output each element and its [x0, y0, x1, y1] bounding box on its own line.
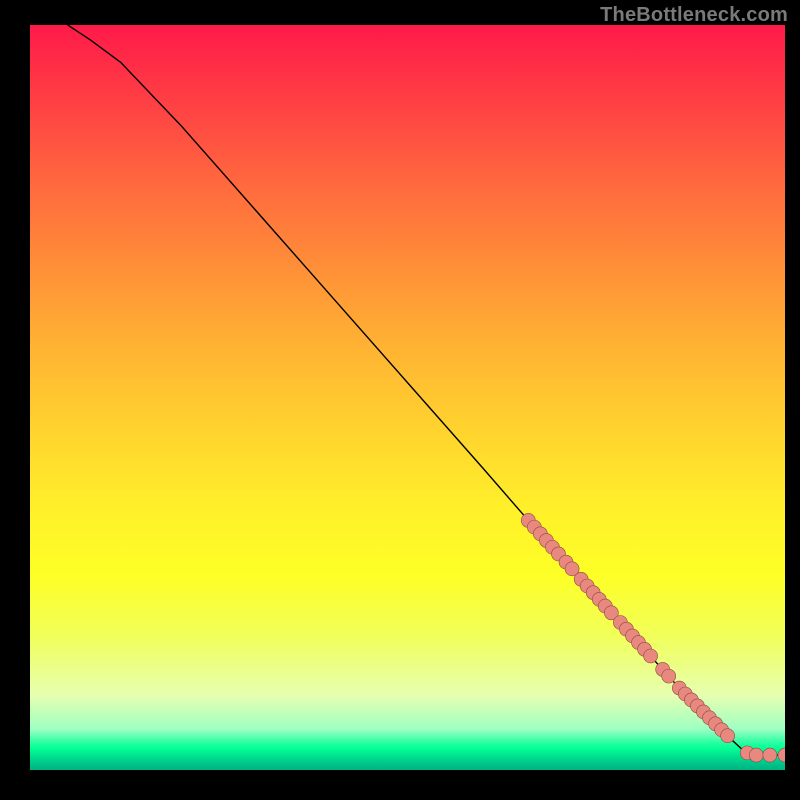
chart-svg	[30, 25, 785, 770]
data-point	[778, 748, 785, 762]
marker-group	[521, 513, 785, 762]
data-point	[644, 649, 658, 663]
bottleneck-curve	[68, 25, 785, 755]
data-point	[749, 748, 763, 762]
plot-area	[30, 25, 785, 770]
chart-stage: TheBottleneck.com	[0, 0, 800, 800]
data-point	[763, 748, 777, 762]
data-point	[721, 729, 735, 743]
data-point	[662, 669, 676, 683]
watermark-text: TheBottleneck.com	[600, 4, 788, 27]
